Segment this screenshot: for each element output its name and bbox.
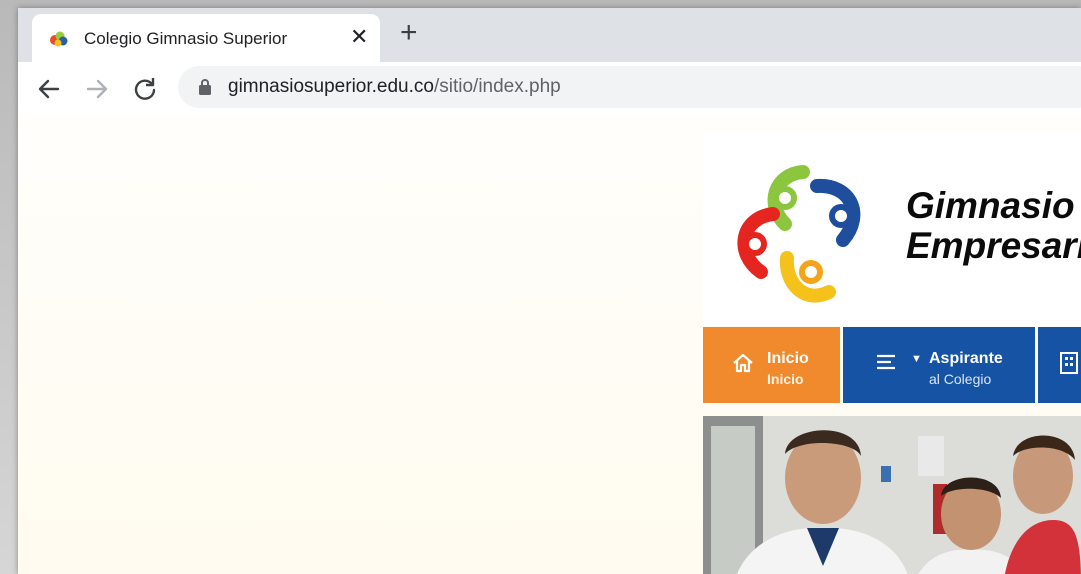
lock-icon <box>199 79 211 95</box>
nav-item-inicio[interactable]: Inicio Inicio <box>703 327 840 403</box>
nav-inicio-label: Inicio <box>767 350 809 367</box>
school-name: Gimnasio Empresaria <box>906 186 1081 266</box>
url-text: gimnasiosuperior.edu.co/sitio/index.php <box>228 76 561 98</box>
building-icon <box>1060 352 1078 374</box>
browser-window: Colegio Gimnasio Superior ✕ + gimnasiosu… <box>18 8 1081 574</box>
school-name-line2: Empresaria <box>906 225 1081 266</box>
forward-arrow-icon[interactable] <box>82 74 112 104</box>
chevron-down-icon: ▼ <box>911 353 922 365</box>
favicon-icon <box>50 31 68 47</box>
nav-aspirante-label: Aspirante <box>929 350 1003 367</box>
school-logo-icon[interactable] <box>725 154 883 314</box>
url-host: gimnasiosuperior.edu.co <box>228 76 434 97</box>
menu-lines-icon <box>877 354 895 370</box>
close-icon[interactable]: ✕ <box>350 26 368 48</box>
back-arrow-icon[interactable] <box>34 74 64 104</box>
nav-item-institucion[interactable] <box>1038 327 1081 403</box>
school-name-line1: Gimnasio <box>906 185 1075 226</box>
web-page: Gimnasio Empresaria Inicio Inicio ▼ Aspi… <box>18 116 1081 574</box>
reload-icon[interactable] <box>130 74 160 104</box>
url-path: /sitio/index.php <box>433 76 561 97</box>
plus-icon[interactable]: + <box>400 18 418 48</box>
nav-item-aspirante[interactable]: ▼ Aspirante al Colegio <box>843 327 1035 403</box>
address-bar[interactable]: gimnasiosuperior.edu.co/sitio/index.php <box>178 66 1081 108</box>
students-photo <box>703 416 1081 574</box>
photo-illustration <box>703 416 1081 574</box>
tab-strip: Colegio Gimnasio Superior ✕ + <box>18 8 1081 62</box>
tab-title: Colegio Gimnasio Superior <box>84 29 288 48</box>
toolbar: gimnasiosuperior.edu.co/sitio/index.php <box>18 62 1081 117</box>
nav-inicio-sublabel: Inicio <box>767 371 804 387</box>
browser-tab[interactable]: Colegio Gimnasio Superior ✕ <box>32 14 380 62</box>
site-navbar: Inicio Inicio ▼ Aspirante al Colegio <box>703 327 1081 403</box>
nav-aspirante-sublabel: al Colegio <box>929 371 992 387</box>
home-icon <box>733 353 753 373</box>
